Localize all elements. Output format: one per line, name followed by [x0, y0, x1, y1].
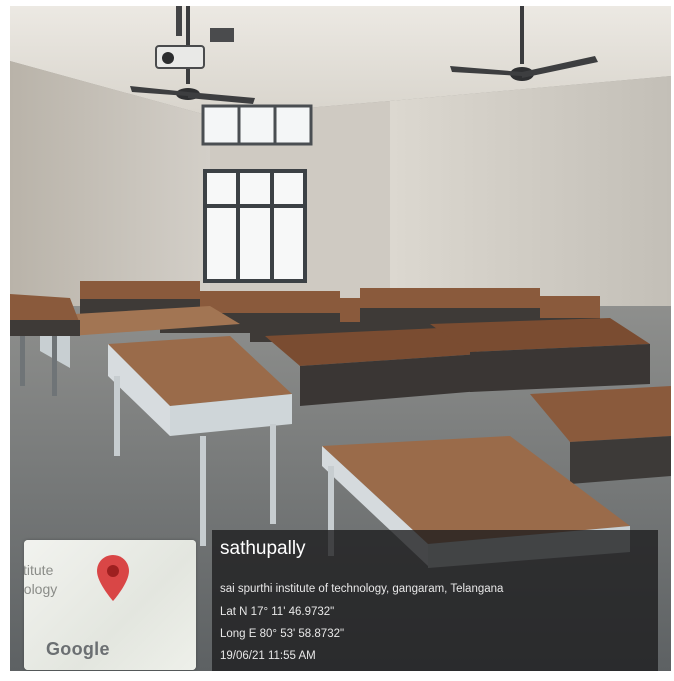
geotag-overlay: sathupally sai spurthi institute of tech… [212, 530, 658, 671]
longitude-text: Long E 80° 53' 58.8732" [220, 628, 345, 640]
map-thumbnail: stitute nology Google [24, 540, 196, 670]
address-text: sai spurthi institute of technology, gan… [220, 583, 504, 595]
city-name: sathupally [220, 538, 306, 559]
photo-frame: stitute nology Google sathupally sai spu… [10, 6, 671, 671]
map-pin-icon [97, 555, 129, 601]
map-label-line-2: nology [24, 581, 58, 597]
map-label-line-1: stitute [24, 562, 54, 578]
latitude-text: Lat N 17° 11' 46.9732" [220, 606, 335, 618]
google-logo: Google [46, 639, 110, 659]
datetime-text: 19/06/21 11:55 AM [220, 650, 316, 662]
